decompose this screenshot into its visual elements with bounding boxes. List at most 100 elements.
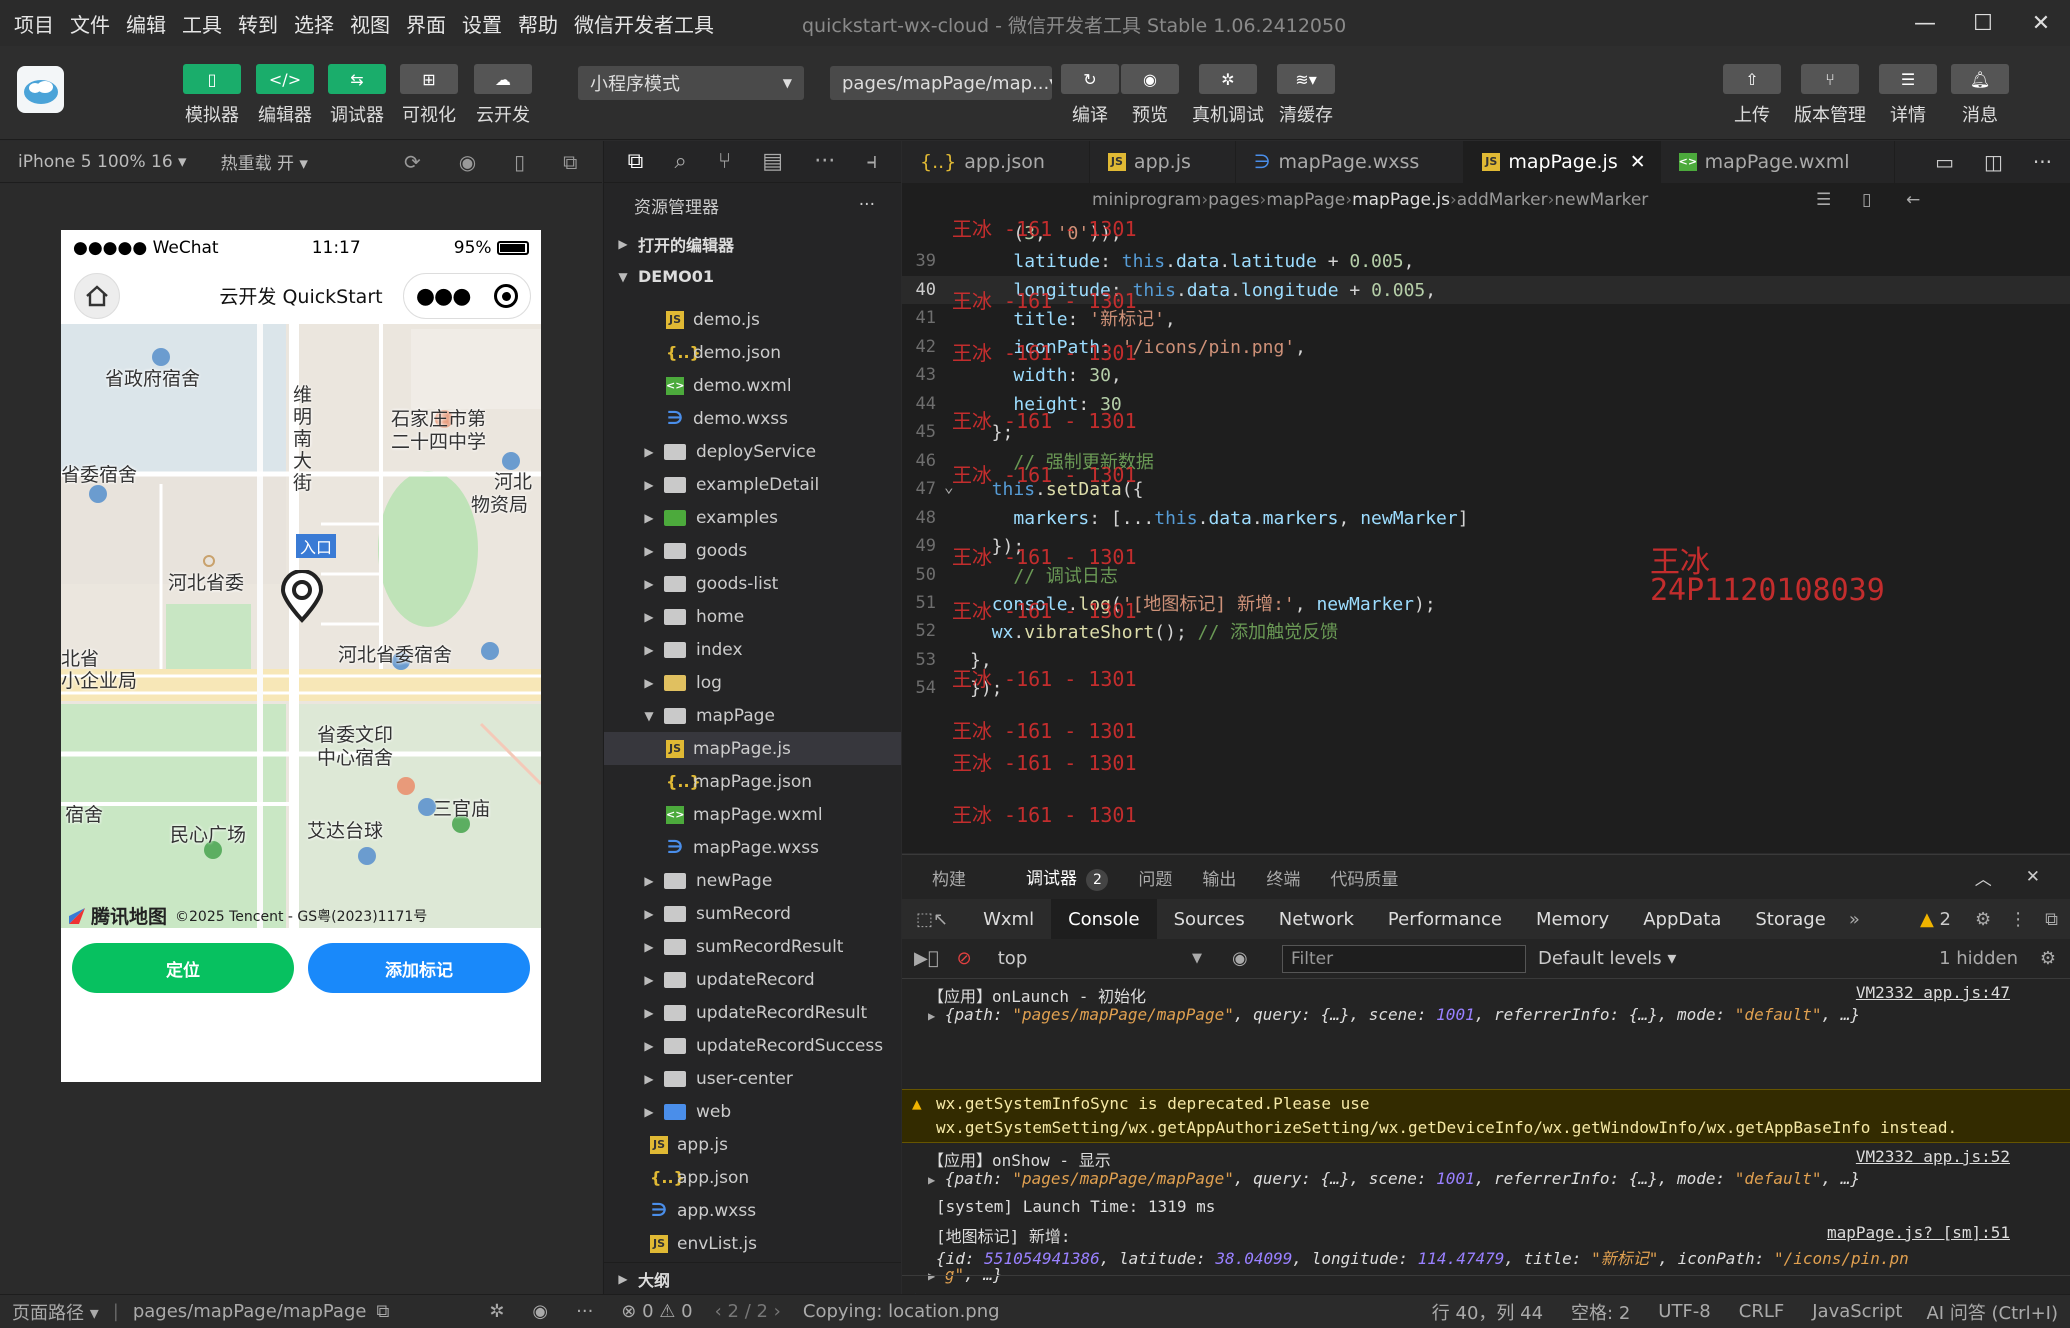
console-source-link[interactable]: VM2332 app.js:52 bbox=[1856, 1147, 2010, 1166]
tab-network[interactable]: Network bbox=[1262, 899, 1371, 939]
tree-file[interactable]: {..} demo.json bbox=[604, 336, 901, 369]
tree-file[interactable]: ∋ mapPage.wxss bbox=[604, 831, 901, 864]
version-button[interactable]: ⑂ 版本管理 bbox=[1794, 64, 1866, 127]
page-path-select[interactable]: 页面路径 ▾ bbox=[12, 1299, 99, 1325]
console-prompt[interactable]: › bbox=[912, 1287, 2070, 1294]
simulator-toggle[interactable]: ▯ 模拟器 bbox=[177, 64, 247, 127]
menu-edit[interactable]: 编辑 bbox=[126, 9, 166, 38]
project-section[interactable]: ▼ DEMO01 bbox=[604, 260, 901, 293]
tree-folder[interactable]: ▶ user-center bbox=[604, 1062, 901, 1095]
kebab-menu-icon[interactable]: ⋮ bbox=[2009, 909, 2027, 930]
menu-project[interactable]: 项目 bbox=[14, 9, 54, 38]
menu-help[interactable]: 帮助 bbox=[518, 9, 558, 38]
warnings-counter[interactable]: ▲ 2 bbox=[1920, 909, 1951, 930]
editor-tab[interactable]: JS app.js bbox=[1090, 141, 1236, 183]
phone-frame-icon[interactable]: ▯ bbox=[514, 150, 525, 174]
tree-folder[interactable]: ▶ newPage bbox=[604, 864, 901, 897]
more-icon[interactable]: ··· bbox=[2033, 150, 2052, 174]
log-levels-select[interactable]: Default levels ▾ bbox=[1538, 948, 1676, 969]
console-settings-icon[interactable]: ⚙ bbox=[2040, 948, 2056, 969]
tree-folder[interactable]: ▶ goods-list bbox=[604, 567, 901, 600]
map-pin-icon[interactable] bbox=[279, 570, 325, 624]
mode-select[interactable]: 小程序模式 ▼ bbox=[578, 66, 804, 100]
compile-page-select[interactable]: pages/mapPage/map... ▼ bbox=[830, 66, 1052, 100]
eye-icon[interactable]: ◉ bbox=[532, 1301, 548, 1322]
close-tab-icon[interactable]: ✕ bbox=[1630, 151, 1646, 173]
line-ending[interactable]: CRLF bbox=[1739, 1301, 1784, 1322]
details-button[interactable]: ☰ 详情 bbox=[1873, 64, 1943, 127]
tree-folder[interactable]: ▶ log bbox=[604, 666, 901, 699]
tree-folder[interactable]: ▶ deployService bbox=[604, 435, 901, 468]
tree-folder[interactable]: ▶ updateRecord bbox=[604, 963, 901, 996]
console-object[interactable]: {path: "pages/mapPage/mapPage", query: {… bbox=[945, 1005, 1860, 1024]
chevron-up-icon[interactable]: ︿ bbox=[1975, 865, 1992, 890]
copy-icon[interactable]: ⧉ bbox=[376, 1301, 389, 1322]
tab-code-quality[interactable]: 代码质量 bbox=[1330, 865, 1398, 890]
live-expression-eye-icon[interactable]: ◉ bbox=[1232, 948, 1248, 969]
clear-console-icon[interactable]: ⊘ bbox=[957, 948, 972, 969]
breadcrumb-item[interactable]: addMarker bbox=[1457, 190, 1548, 210]
menu-wechat-devtools[interactable]: 微信开发者工具 bbox=[574, 9, 714, 38]
tree-file[interactable]: {..} app.json bbox=[604, 1161, 901, 1194]
upload-button[interactable]: ⇧ 上传 bbox=[1717, 64, 1787, 127]
editor-tab[interactable]: JS mapPage.js ✕ bbox=[1464, 141, 1661, 183]
detach-icon[interactable]: ⧉ bbox=[563, 150, 577, 174]
collapse-panel-icon[interactable]: ⫞ bbox=[866, 149, 877, 174]
tree-file[interactable]: ∋ app.wxss bbox=[604, 1194, 901, 1227]
tree-file[interactable]: <> demo.wxml bbox=[604, 369, 901, 402]
stop-icon[interactable]: ◉ bbox=[459, 150, 476, 174]
search-icon[interactable]: ⌕ bbox=[674, 149, 686, 174]
console-source-link[interactable]: VM2332 app.js:47 bbox=[1856, 983, 2010, 1002]
menu-tools[interactable]: 工具 bbox=[182, 9, 222, 38]
maximize-button[interactable]: ☐ bbox=[1954, 0, 2012, 46]
home-button[interactable] bbox=[74, 273, 120, 319]
tree-folder[interactable]: ▶ exampleDetail bbox=[604, 468, 901, 501]
rotate-icon[interactable]: ⟳ bbox=[404, 150, 421, 174]
ai-assistant[interactable]: AI 问答 (Ctrl+I) bbox=[1926, 1299, 2058, 1325]
code-line[interactable]: 39 latitude: this.data.latitude + 0.005, bbox=[902, 247, 2070, 275]
project-avatar[interactable] bbox=[17, 66, 64, 113]
close-window-button[interactable]: ✕ bbox=[2012, 0, 2070, 46]
list-icon[interactable]: ☰ bbox=[1816, 190, 1831, 210]
messages-button[interactable]: 🔔︎ 消息 bbox=[1945, 64, 2015, 127]
more-dots-icon[interactable]: ●●● bbox=[416, 284, 472, 309]
sidebar-toggle-icon[interactable]: ▶⃞ bbox=[914, 948, 939, 969]
tab-problems[interactable]: 问题 bbox=[1138, 865, 1172, 890]
outline-section[interactable]: ▶ 大纲 bbox=[604, 1262, 901, 1294]
tree-file[interactable]: JS mapPage.js bbox=[604, 732, 901, 765]
close-target-icon[interactable] bbox=[494, 284, 519, 308]
tree-folder[interactable]: ▶ sumRecordResult bbox=[604, 930, 901, 963]
tree-folder[interactable]: ▶ updateRecordResult bbox=[604, 996, 901, 1029]
device-debug-button[interactable]: ✲ 真机调试 bbox=[1192, 64, 1264, 127]
tree-file[interactable]: JS demo.js bbox=[604, 303, 901, 336]
more-icon[interactable]: ··· bbox=[814, 149, 835, 174]
tree-folder[interactable]: ▶ updateRecordSuccess bbox=[604, 1029, 901, 1062]
tab-output[interactable]: 输出 bbox=[1202, 865, 1236, 890]
editor-tab[interactable]: ∋ mapPage.wxss bbox=[1236, 141, 1465, 183]
tree-file[interactable]: JS envList.js bbox=[604, 1227, 901, 1260]
language-mode[interactable]: JavaScript bbox=[1812, 1301, 1902, 1322]
cursor-position[interactable]: 行 40，列 44 bbox=[1432, 1299, 1543, 1325]
tab-memory[interactable]: Memory bbox=[1519, 899, 1626, 939]
explorer-more-icon[interactable]: ··· bbox=[859, 195, 875, 215]
map-view[interactable]: 省政府宿舍 石家庄市第 二十四中学 省委宿舍 河北 物资局 河北省委 河北省委宿… bbox=[61, 324, 541, 928]
breadcrumb-item[interactable]: pages bbox=[1208, 190, 1259, 210]
indentation[interactable]: 空格: 2 bbox=[1571, 1299, 1630, 1325]
encoding[interactable]: UTF-8 bbox=[1658, 1301, 1710, 1322]
tree-file[interactable]: <> mapPage.wxml bbox=[604, 798, 901, 831]
menu-settings[interactable]: 设置 bbox=[462, 9, 502, 38]
tree-folder[interactable]: ▶ home bbox=[604, 600, 901, 633]
tree-folder[interactable]: ▶ goods bbox=[604, 534, 901, 567]
console-source-link[interactable]: mapPage.js? [sm]:51 bbox=[1827, 1223, 2010, 1242]
breadcrumb-item[interactable]: mapPage bbox=[1266, 190, 1345, 210]
code-line[interactable]: 48 markers: [...this.data.markers, newMa… bbox=[902, 504, 2070, 532]
bookmark-icon[interactable]: ▯ bbox=[1862, 190, 1871, 210]
error-counter[interactable]: ⊗ 0 ⚠ 0 bbox=[621, 1301, 692, 1322]
editor-toggle[interactable]: </> 编辑器 bbox=[250, 64, 320, 127]
tab-terminal[interactable]: 终端 bbox=[1266, 865, 1300, 890]
tree-folder[interactable]: ▶ sumRecord bbox=[604, 897, 901, 930]
tab-wxml[interactable]: Wxml bbox=[966, 899, 1051, 939]
debugger-toggle[interactable]: ⇆ 调试器 bbox=[322, 64, 392, 127]
open-editors-section[interactable]: ▶ 打开的编辑器 bbox=[604, 227, 901, 260]
tree-file[interactable]: JS app.js bbox=[604, 1128, 901, 1161]
